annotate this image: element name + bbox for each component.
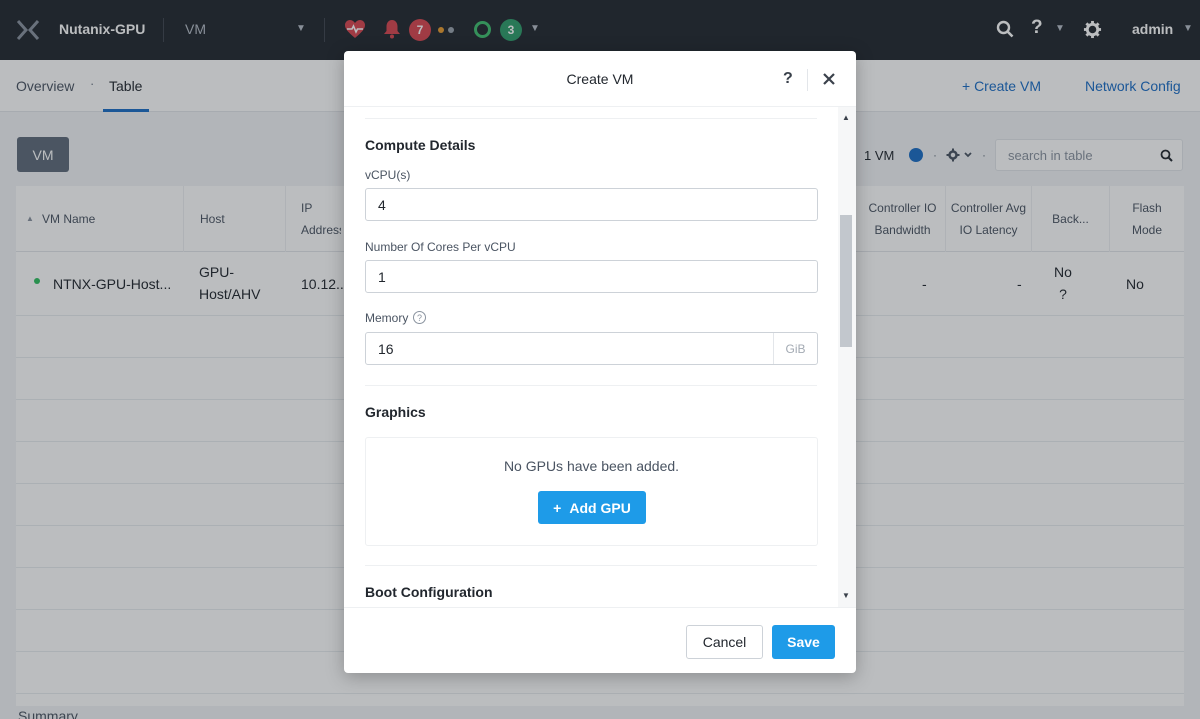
cores-per-vcpu-field [365,260,818,293]
gpu-list-box: No GPUs have been added. + Add GPU [365,437,818,546]
cores-per-vcpu-label: Number Of Cores Per vCPU [365,240,516,254]
create-vm-dialog: Create VM ? Compute Details vCPU(s) Numb… [344,51,856,673]
section-divider [365,118,817,119]
memory-unit: GiB [773,333,817,364]
no-gpus-message: No GPUs have been added. [503,458,680,474]
section-divider [365,565,817,566]
close-icon[interactable] [823,73,835,85]
cores-per-vcpu-input[interactable] [366,261,817,292]
dialog-body[interactable]: Compute Details vCPU(s) Number Of Cores … [344,107,856,607]
plus-icon: + [553,499,562,516]
vcpu-input[interactable] [366,189,817,220]
vcpu-label: vCPU(s) [365,168,411,182]
section-divider [365,385,817,386]
divider [807,69,808,91]
scroll-up-arrow-icon[interactable]: ▲ [842,113,850,122]
dialog-footer: Cancel Save [344,607,856,673]
dialog-title: Create VM [566,71,634,87]
cancel-button[interactable]: Cancel [686,625,763,659]
dialog-scrollbar[interactable]: ▲ ▼ [838,107,856,607]
add-gpu-button[interactable]: + Add GPU [538,491,646,524]
memory-field: GiB [365,332,818,365]
graphics-title: Graphics [365,404,426,420]
memory-help-icon[interactable]: ? [413,311,426,324]
compute-details-title: Compute Details [365,137,476,153]
memory-label: Memory [365,311,409,325]
dialog-help-button[interactable]: ? [783,70,793,88]
vcpu-field [365,188,818,221]
scroll-down-arrow-icon[interactable]: ▼ [842,591,850,600]
save-button[interactable]: Save [772,625,835,659]
scrollbar-thumb[interactable] [840,215,852,347]
dialog-header: Create VM ? [344,51,856,107]
memory-input[interactable] [366,333,772,364]
boot-configuration-title: Boot Configuration [365,584,493,600]
